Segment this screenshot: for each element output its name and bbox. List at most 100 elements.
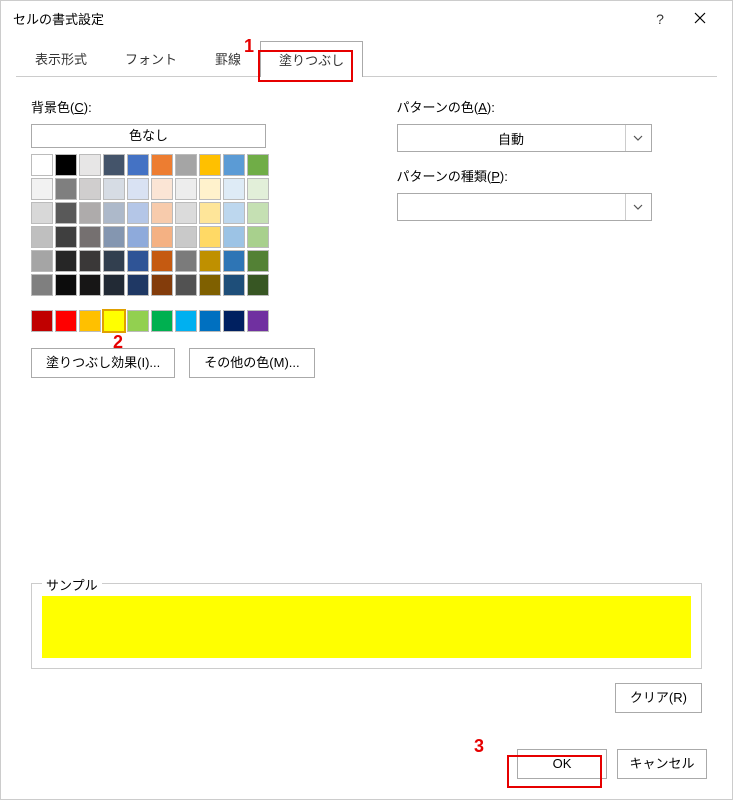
clear-button[interactable]: クリア(R): [615, 683, 702, 713]
theme-color-swatch[interactable]: [103, 202, 125, 224]
dialog-title: セルの書式設定: [13, 9, 640, 28]
theme-color-swatch[interactable]: [79, 202, 101, 224]
standard-color-swatch[interactable]: [79, 310, 101, 332]
theme-color-swatch[interactable]: [151, 250, 173, 272]
theme-color-swatch[interactable]: [175, 274, 197, 296]
theme-color-swatch[interactable]: [31, 274, 53, 296]
theme-color-swatch[interactable]: [55, 250, 77, 272]
theme-color-swatch[interactable]: [247, 274, 269, 296]
tab-border[interactable]: 罫線: [196, 40, 260, 76]
spacer: [31, 378, 702, 573]
theme-color-swatch[interactable]: [31, 154, 53, 176]
titlebar: セルの書式設定 ?: [1, 1, 732, 36]
theme-color-swatch[interactable]: [55, 154, 77, 176]
pattern-color-select[interactable]: 自動: [397, 124, 652, 152]
clear-row: クリア(R): [31, 683, 702, 713]
tab-strip: 表示形式 フォント 罫線 塗りつぶし: [16, 40, 717, 77]
theme-color-swatch[interactable]: [247, 178, 269, 200]
theme-color-swatch[interactable]: [103, 154, 125, 176]
standard-color-grid: [31, 310, 337, 332]
theme-color-swatch[interactable]: [55, 226, 77, 248]
theme-color-swatch[interactable]: [55, 178, 77, 200]
fill-effects-button[interactable]: 塗りつぶし効果(I)...: [31, 348, 175, 378]
theme-color-swatch[interactable]: [175, 202, 197, 224]
theme-color-swatch[interactable]: [199, 226, 221, 248]
theme-color-swatch[interactable]: [175, 154, 197, 176]
theme-color-grid: [31, 154, 337, 296]
theme-color-swatch[interactable]: [127, 178, 149, 200]
standard-color-swatch[interactable]: [151, 310, 173, 332]
standard-color-swatch[interactable]: [55, 310, 77, 332]
theme-color-swatch[interactable]: [79, 154, 101, 176]
theme-color-swatch[interactable]: [31, 250, 53, 272]
theme-color-swatch[interactable]: [151, 178, 173, 200]
cancel-button[interactable]: キャンセル: [617, 749, 707, 779]
standard-color-swatch[interactable]: [223, 310, 245, 332]
theme-color-swatch[interactable]: [175, 250, 197, 272]
theme-color-swatch[interactable]: [79, 250, 101, 272]
theme-color-swatch[interactable]: [175, 178, 197, 200]
more-colors-button[interactable]: その他の色(M)...: [189, 348, 314, 378]
theme-color-swatch[interactable]: [79, 274, 101, 296]
theme-color-swatch[interactable]: [247, 226, 269, 248]
dialog-buttons: OK キャンセル: [1, 733, 732, 799]
close-button[interactable]: [680, 11, 720, 27]
pattern-color-value: 自動: [398, 129, 625, 148]
theme-color-swatch[interactable]: [223, 154, 245, 176]
theme-color-swatch[interactable]: [151, 226, 173, 248]
theme-color-swatch[interactable]: [199, 154, 221, 176]
theme-color-swatch[interactable]: [199, 250, 221, 272]
theme-color-swatch[interactable]: [103, 250, 125, 272]
standard-color-swatch[interactable]: [103, 310, 125, 332]
theme-color-swatch[interactable]: [247, 250, 269, 272]
standard-color-swatch[interactable]: [247, 310, 269, 332]
theme-color-swatch[interactable]: [223, 250, 245, 272]
theme-color-swatch[interactable]: [103, 274, 125, 296]
tab-fill[interactable]: 塗りつぶし: [260, 41, 363, 77]
theme-color-swatch[interactable]: [223, 202, 245, 224]
theme-color-swatch[interactable]: [79, 226, 101, 248]
theme-color-swatch[interactable]: [127, 274, 149, 296]
theme-color-swatch[interactable]: [31, 178, 53, 200]
theme-color-swatch[interactable]: [127, 250, 149, 272]
theme-color-swatch[interactable]: [103, 178, 125, 200]
standard-color-swatch[interactable]: [175, 310, 197, 332]
ok-button[interactable]: OK: [517, 749, 607, 779]
chevron-down-icon: [625, 194, 651, 220]
theme-color-swatch[interactable]: [151, 274, 173, 296]
tab-font[interactable]: フォント: [106, 40, 196, 76]
format-cells-dialog: セルの書式設定 ? 表示形式 フォント 罫線 塗りつぶし 背景色(C): 色なし…: [0, 0, 733, 800]
theme-color-swatch[interactable]: [55, 202, 77, 224]
theme-color-swatch[interactable]: [199, 202, 221, 224]
bg-color-label: 背景色(C):: [31, 97, 337, 116]
standard-color-swatch[interactable]: [199, 310, 221, 332]
theme-color-swatch[interactable]: [55, 274, 77, 296]
theme-color-swatch[interactable]: [247, 154, 269, 176]
tab-number[interactable]: 表示形式: [16, 40, 106, 76]
pattern-type-select[interactable]: [397, 193, 652, 221]
extra-buttons-row: 塗りつぶし効果(I)... その他の色(M)...: [31, 348, 337, 378]
standard-color-swatch[interactable]: [31, 310, 53, 332]
help-button[interactable]: ?: [640, 11, 680, 27]
theme-color-swatch[interactable]: [199, 178, 221, 200]
no-color-button[interactable]: 色なし: [31, 124, 266, 148]
theme-color-swatch[interactable]: [199, 274, 221, 296]
theme-color-swatch[interactable]: [175, 226, 197, 248]
theme-color-swatch[interactable]: [151, 202, 173, 224]
pattern-color-label: パターンの色(A):: [397, 97, 703, 116]
theme-color-swatch[interactable]: [127, 202, 149, 224]
theme-color-swatch[interactable]: [31, 202, 53, 224]
theme-color-swatch[interactable]: [103, 226, 125, 248]
theme-color-swatch[interactable]: [79, 178, 101, 200]
theme-color-swatch[interactable]: [223, 178, 245, 200]
theme-color-swatch[interactable]: [223, 274, 245, 296]
theme-color-swatch[interactable]: [31, 226, 53, 248]
theme-color-swatch[interactable]: [151, 154, 173, 176]
theme-color-swatch[interactable]: [247, 202, 269, 224]
standard-color-swatch[interactable]: [127, 310, 149, 332]
right-column: パターンの色(A): 自動 パターンの種類(P):: [397, 97, 703, 378]
chevron-down-icon: [625, 125, 651, 151]
theme-color-swatch[interactable]: [127, 226, 149, 248]
theme-color-swatch[interactable]: [223, 226, 245, 248]
theme-color-swatch[interactable]: [127, 154, 149, 176]
